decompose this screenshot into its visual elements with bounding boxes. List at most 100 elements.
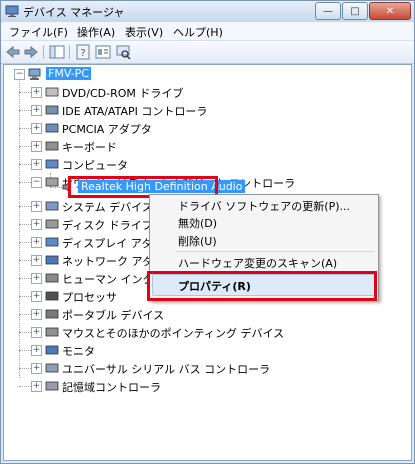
tree-category-label[interactable]: キーボード <box>62 139 117 155</box>
tree-line <box>19 368 31 369</box>
tree-line <box>19 314 31 315</box>
tree-category-label[interactable]: コンピュータ <box>62 157 128 173</box>
title-bar[interactable]: デバイス マネージャ — □ ✕ <box>1 1 414 22</box>
tree-line <box>19 296 31 297</box>
menu-action[interactable]: 操作(A) <box>77 24 115 40</box>
tree-category-item[interactable]: + DVD/CD-ROM ドライブ <box>4 83 411 101</box>
tree-category-item[interactable]: + PCMCIA アダプタ <box>4 119 411 137</box>
portable-device-icon <box>45 309 59 319</box>
tree-category-label[interactable]: マウスとそのほかのポインティング デバイス <box>62 325 284 341</box>
tree-category-item[interactable]: + キーボード <box>4 137 411 155</box>
expand-icon[interactable]: + <box>31 345 42 356</box>
tree-category-item[interactable]: + コンピュータ <box>4 155 411 173</box>
maximize-button[interactable]: □ <box>342 2 368 20</box>
forward-arrow-icon[interactable] <box>23 44 39 60</box>
expand-icon[interactable]: + <box>31 363 42 374</box>
tree-category-item[interactable]: + ユニバーサル シリアル バス コントローラ <box>4 359 411 377</box>
disk-drive-icon <box>45 219 59 229</box>
computer-root-icon <box>28 68 41 80</box>
tree-line <box>19 350 31 351</box>
tree-category-label[interactable]: ユニバーサル シリアル バス コントローラ <box>62 361 270 377</box>
tree-line <box>19 386 31 387</box>
device-manager-window: デバイス マネージャ — □ ✕ ファイル(F) 操作(A) 表示(V) ヘルプ… <box>0 0 415 464</box>
context-item-update-driver[interactable]: ドライバ ソフトウェアの更新(P)... <box>178 198 350 214</box>
window-title: デバイス マネージャ <box>23 6 125 19</box>
tree-category-item[interactable]: + IDE ATA/ATAPI コントローラ <box>4 101 411 119</box>
tree-line <box>19 182 31 183</box>
expand-icon[interactable]: + <box>31 141 42 152</box>
help-icon[interactable]: ? <box>75 44 91 60</box>
expand-icon[interactable]: + <box>31 291 42 302</box>
mouse-icon <box>45 327 59 337</box>
properties-icon[interactable] <box>95 44 111 60</box>
tree-line <box>19 260 31 261</box>
tree-line <box>19 110 31 111</box>
expand-icon[interactable]: + <box>31 159 42 170</box>
tree-line <box>19 224 31 225</box>
context-item-scan-hardware[interactable]: ハードウェア変更のスキャン(A) <box>178 255 337 271</box>
tree-category-item[interactable]: + 記憶域コントローラ <box>4 377 411 395</box>
sound-icon <box>45 177 59 187</box>
toolbar: ? <box>1 41 414 64</box>
context-item-disable[interactable]: 無効(D) <box>178 215 217 231</box>
tree-line <box>19 242 31 243</box>
expand-icon[interactable]: + <box>31 381 42 392</box>
usb-icon <box>45 363 59 373</box>
expand-icon[interactable]: + <box>31 255 42 266</box>
keyboard-icon <box>45 141 59 151</box>
network-adapter-icon <box>45 255 59 265</box>
ide-controller-icon <box>45 105 59 115</box>
tree-category-item[interactable]: + マウスとそのほかのポインティング デバイス <box>4 323 411 341</box>
tree-root[interactable]: − FMV-PC <box>4 65 411 83</box>
device-manager-icon <box>5 5 19 17</box>
scan-hardware-icon[interactable] <box>115 44 131 60</box>
storage-controller-icon <box>45 381 59 391</box>
expand-icon[interactable]: + <box>31 273 42 284</box>
monitor-icon <box>45 345 59 355</box>
menu-bar: ファイル(F) 操作(A) 表示(V) ヘルプ(H) <box>1 22 414 41</box>
tree-line <box>19 146 31 147</box>
collapse-root-icon[interactable]: − <box>14 69 25 80</box>
display-adapter-icon <box>45 237 59 247</box>
tree-line <box>19 332 31 333</box>
tree-line <box>19 164 31 165</box>
tree-category-item[interactable]: + モニタ <box>4 341 411 359</box>
expand-icon[interactable]: + <box>31 123 42 134</box>
expand-icon[interactable]: + <box>31 327 42 338</box>
menu-help[interactable]: ヘルプ(H) <box>173 24 223 40</box>
tree-line <box>19 206 31 207</box>
computer-icon <box>45 159 59 169</box>
tree-category-label[interactable]: システム デバイス <box>62 199 153 215</box>
processor-icon <box>45 291 59 301</box>
tree-category-label[interactable]: IDE ATA/ATAPI コントローラ <box>62 103 207 119</box>
tree-root-label[interactable]: FMV-PC <box>46 67 91 80</box>
svg-text:?: ? <box>80 48 85 59</box>
expand-icon[interactable]: + <box>31 237 42 248</box>
context-separator <box>176 251 374 252</box>
close-button[interactable]: ✕ <box>369 2 411 20</box>
collapse-icon[interactable]: − <box>31 177 42 188</box>
tree-line <box>19 278 31 279</box>
tree-line <box>19 128 31 129</box>
context-item-uninstall[interactable]: 削除(U) <box>178 233 217 249</box>
tree-category-label[interactable]: ディスク ドライブ <box>62 217 153 233</box>
show-hide-tree-icon[interactable] <box>49 44 65 60</box>
expand-icon[interactable]: + <box>31 87 42 98</box>
tree-category-label[interactable]: ポータブル デバイス <box>62 307 164 323</box>
tree-category-label[interactable]: PCMCIA アダプタ <box>62 121 152 137</box>
properties-highlight-box <box>147 271 377 301</box>
menu-view[interactable]: 表示(V) <box>125 24 163 40</box>
tree-category-label[interactable]: モニタ <box>62 343 95 359</box>
tree-category-label[interactable]: DVD/CD-ROM ドライブ <box>62 85 183 101</box>
expand-icon[interactable]: + <box>31 309 42 320</box>
tree-category-label[interactable]: プロセッサ <box>62 289 117 305</box>
back-arrow-icon[interactable] <box>5 44 21 60</box>
expand-icon[interactable]: + <box>31 201 42 212</box>
minimize-button[interactable]: — <box>315 2 341 20</box>
expand-icon[interactable]: + <box>31 219 42 230</box>
dvd-icon <box>45 87 59 97</box>
tree-category-label[interactable]: 記憶域コントローラ <box>62 379 161 395</box>
tree-category-item[interactable]: + ポータブル デバイス <box>4 305 411 323</box>
menu-file[interactable]: ファイル(F) <box>9 24 68 40</box>
expand-icon[interactable]: + <box>31 105 42 116</box>
